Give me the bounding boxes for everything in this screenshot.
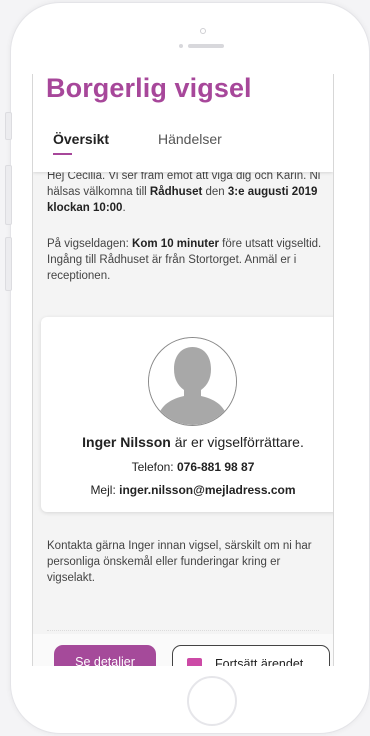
active-tab-indicator xyxy=(53,153,72,155)
intro-text: Hej Cecilia. Vi ser fram emot att viga d… xyxy=(47,170,321,214)
continue-marker-icon xyxy=(187,658,202,666)
app-screen: Hej Cecilia. Vi ser fram emot att viga d… xyxy=(32,74,334,666)
officiant-line: Inger Nilsson är er vigselförrättare. xyxy=(82,434,304,450)
see-details-button[interactable]: Se detaljer xyxy=(54,645,156,666)
speaker-grille xyxy=(188,44,224,48)
person-silhouette-icon xyxy=(148,337,237,426)
volume-up-button xyxy=(5,165,12,225)
officiant-name: Inger Nilsson xyxy=(82,434,171,450)
tab-overview[interactable]: Översikt xyxy=(53,131,109,147)
continue-label: Fortsätt ärendet xyxy=(215,657,304,666)
email-link[interactable]: inger.nilsson@mejladress.com xyxy=(119,483,295,497)
officiant-email: Mejl: inger.nilsson@mejladress.com xyxy=(90,483,296,497)
tab-events[interactable]: Händelser xyxy=(158,131,222,147)
sensor-dot xyxy=(200,28,206,34)
officiant-card: Inger Nilsson är er vigselförrättare. Te… xyxy=(41,317,333,512)
mute-switch xyxy=(5,112,12,140)
home-button[interactable] xyxy=(187,676,237,726)
venue-name: Rådhuset xyxy=(149,186,203,198)
arrival-instructions: På vigseldagen: Kom 10 minuter före utsa… xyxy=(47,238,322,282)
section-divider xyxy=(47,630,319,631)
continue-case-button[interactable]: Fortsätt ärendet xyxy=(172,645,330,666)
page-title: Borgerlig vigsel xyxy=(46,74,252,103)
phone-link[interactable]: 076-881 98 87 xyxy=(177,460,254,474)
arrival-time: Kom 10 minuter xyxy=(132,238,219,250)
volume-down-button xyxy=(5,237,12,291)
officiant-phone: Telefon: 076-881 98 87 xyxy=(131,460,255,474)
camera-dot xyxy=(179,44,183,48)
contact-note: Kontakta gärna Inger innan vigsel, särsk… xyxy=(47,540,312,584)
app-header: Borgerlig vigsel Översikt Händelser xyxy=(33,74,333,172)
